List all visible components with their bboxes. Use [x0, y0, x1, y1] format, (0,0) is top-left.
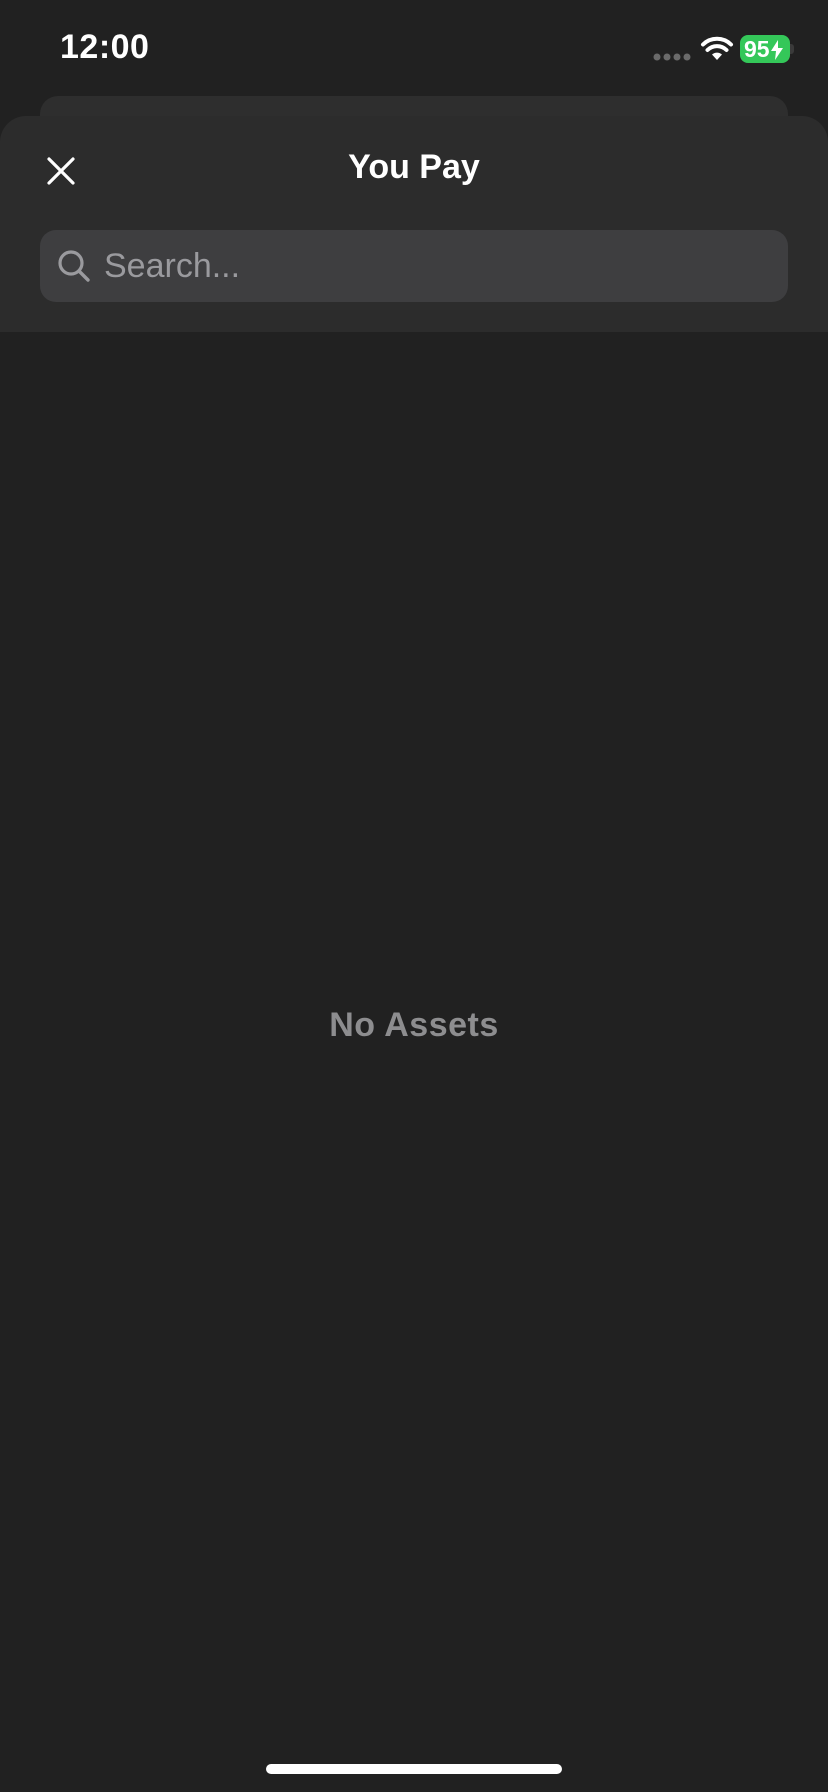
- status-bar: 12:00 95: [0, 0, 828, 100]
- battery-level: 95: [744, 36, 770, 62]
- search-icon: [54, 246, 94, 286]
- battery-charging-icon: 95: [740, 35, 790, 63]
- charging-bolt-icon: [770, 40, 783, 60]
- battery-nub: [790, 44, 794, 54]
- wifi-icon: [701, 36, 733, 60]
- cellular-signal-icon: [653, 53, 691, 61]
- sheet-title: You Pay: [348, 148, 480, 186]
- search-input[interactable]: [104, 236, 744, 296]
- home-indicator[interactable]: [266, 1764, 562, 1774]
- empty-state-message: No Assets: [329, 1006, 499, 1044]
- status-time: 12:00: [60, 28, 150, 66]
- search-box[interactable]: [40, 230, 788, 302]
